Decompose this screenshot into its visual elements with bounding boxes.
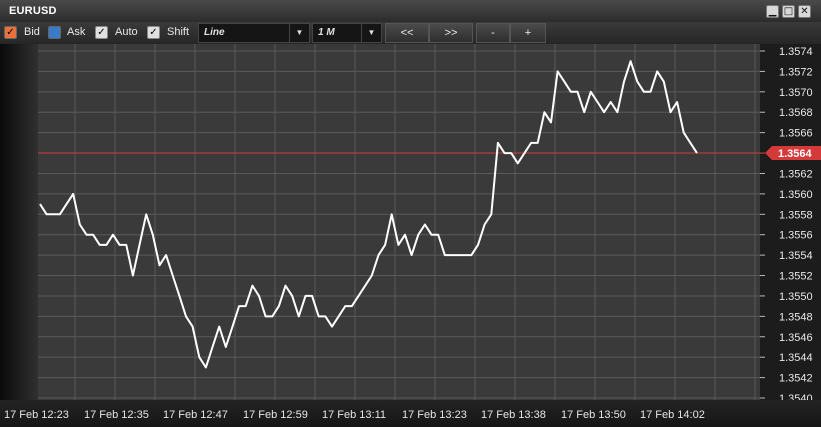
y-tick-label: 1.3574: [779, 46, 813, 58]
chart-type-dropdown[interactable]: Line ▼: [198, 23, 310, 43]
y-tick-label: 1.3566: [779, 128, 813, 140]
minimize-button[interactable]: ▁: [766, 5, 779, 18]
current-price-label: 1.3564: [778, 148, 813, 160]
scroll-forward-button[interactable]: >>: [429, 23, 473, 43]
title-bar: EURUSD ▁ □ ✕: [0, 0, 821, 23]
current-price-marker: 1.3564: [765, 146, 821, 161]
x-tick-label: 17 Feb 12:59: [243, 409, 308, 421]
price-chart[interactable]: 1.3540 1.3542 1.3544 1.3546 1.3548 1.3550 1.35…: [0, 44, 821, 400]
x-tick-label: 17 Feb 13:23: [402, 409, 467, 421]
zoom-in-button[interactable]: +: [510, 23, 546, 43]
minimize-icon: ▁: [768, 6, 777, 17]
chevron-down-icon: ▼: [289, 24, 309, 42]
auto-label: Auto: [115, 26, 138, 38]
close-button[interactable]: ✕: [798, 5, 811, 18]
maximize-button[interactable]: □: [782, 5, 795, 18]
y-tick-label: 1.3542: [779, 373, 813, 385]
close-icon: ✕: [800, 6, 809, 17]
y-tick-label: 1.3550: [779, 291, 813, 303]
y-tick-label: 1.3558: [779, 209, 813, 221]
x-tick-label: 17 Feb 13:38: [481, 409, 546, 421]
chevron-down-icon: ▼: [361, 24, 381, 42]
toolbar: ✓ Bid Ask ✓ Auto ✓ Shift Line ▼ 1 M ▼ <<…: [0, 22, 821, 44]
window-title: EURUSD: [9, 5, 57, 17]
x-tick-label: 17 Feb 13:50: [561, 409, 626, 421]
x-tick-label: 17 Feb 12:47: [163, 409, 228, 421]
shift-label: Shift: [167, 26, 190, 38]
maximize-icon: □: [783, 6, 794, 17]
ask-checkbox[interactable]: [48, 26, 61, 39]
x-tick-label: 17 Feb 14:02: [640, 409, 705, 421]
y-tick-label: 1.3560: [779, 189, 813, 201]
y-tick-label: 1.3540: [779, 393, 813, 400]
chart-type-value: Line: [204, 27, 225, 38]
bid-label: Bid: [24, 26, 40, 38]
zoom-out-button[interactable]: -: [476, 23, 510, 43]
y-tick-label: 1.3572: [779, 66, 813, 78]
x-tick-label: 17 Feb 12:23: [4, 409, 69, 421]
y-tick-label: 1.3556: [779, 230, 813, 242]
y-tick-label: 1.3546: [779, 332, 813, 344]
y-tick-label: 1.3548: [779, 311, 813, 323]
y-tick-label: 1.3544: [779, 352, 813, 364]
x-tick-label: 17 Feb 12:35: [84, 409, 149, 421]
shift-checkbox[interactable]: ✓: [147, 26, 160, 39]
auto-checkbox[interactable]: ✓: [95, 26, 108, 39]
y-tick-label: 1.3568: [779, 107, 813, 119]
timeframe-dropdown[interactable]: 1 M ▼: [312, 23, 382, 43]
timeframe-value: 1 M: [318, 27, 335, 38]
x-tick-label: 17 Feb 13:11: [322, 409, 387, 421]
bid-checkbox[interactable]: ✓: [4, 26, 17, 39]
y-tick-label: 1.3570: [779, 87, 813, 99]
plot-area: [38, 44, 760, 400]
y-tick-label: 1.3554: [779, 250, 813, 262]
ask-label: Ask: [67, 26, 86, 38]
y-tick-label: 1.3552: [779, 271, 813, 283]
scroll-back-button[interactable]: <<: [385, 23, 429, 43]
y-tick-label: 1.3562: [779, 168, 813, 180]
